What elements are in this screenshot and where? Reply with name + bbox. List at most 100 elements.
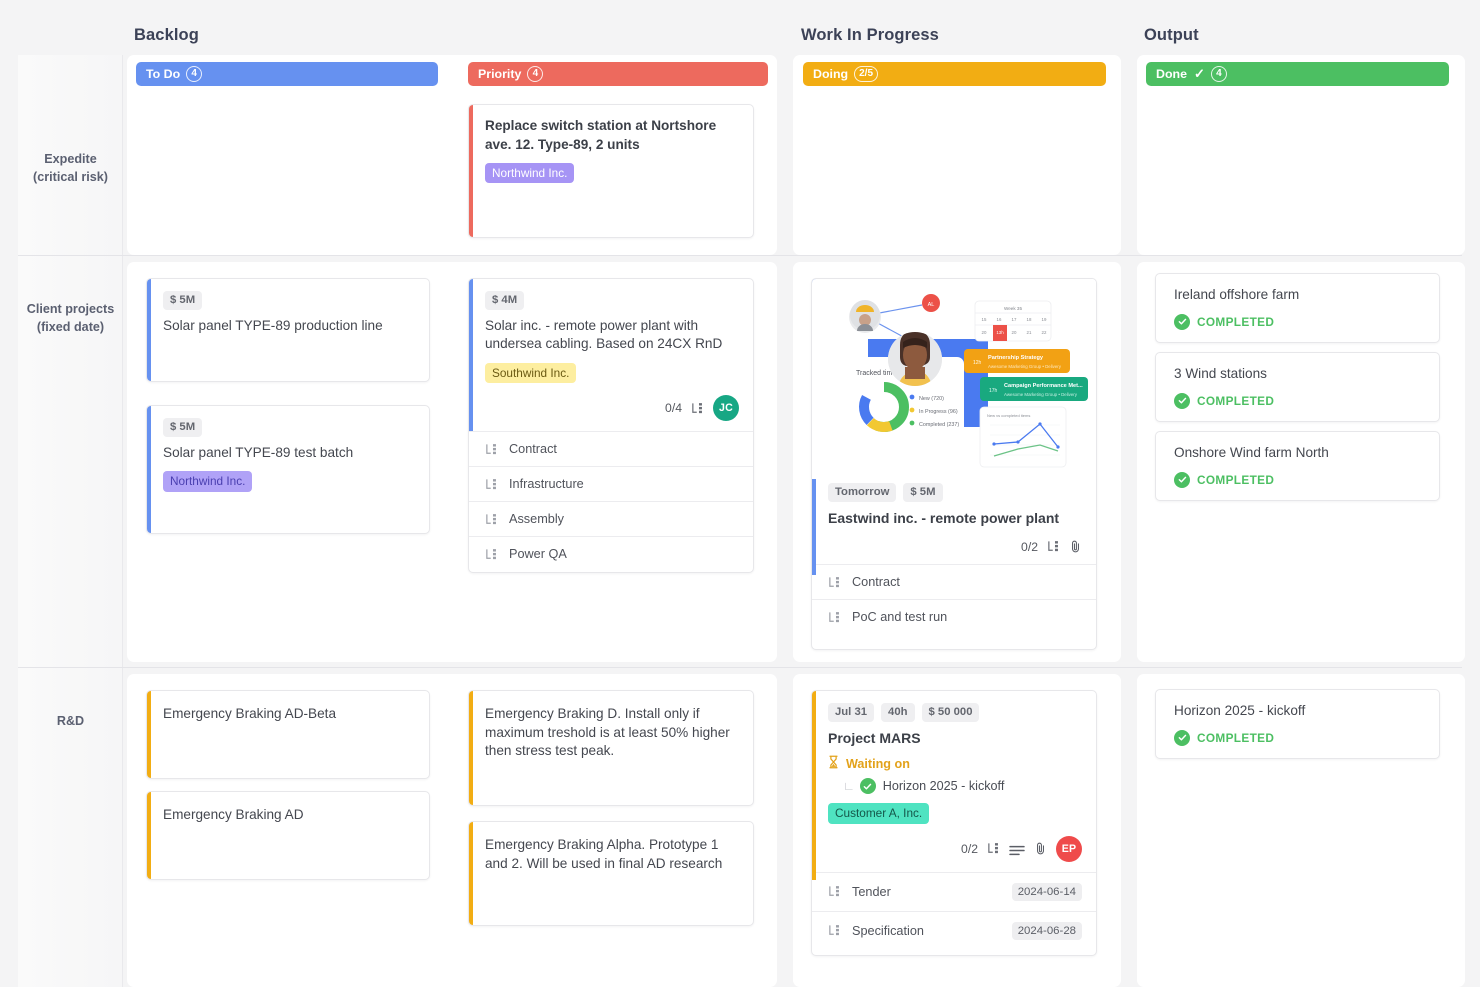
card-tag-northwind[interactable]: Northwind Inc.	[163, 471, 252, 491]
group-title-backlog: Backlog	[134, 26, 199, 45]
hourglass-icon	[828, 755, 839, 772]
card-stripe	[469, 822, 473, 925]
card-chip-budget: $ 50 000	[922, 703, 980, 722]
subtask-row[interactable]: Power QA	[469, 536, 753, 571]
svg-text:New vs completed items: New vs completed items	[987, 413, 1030, 418]
swimlane-label-expedite-line1: Expedite	[18, 150, 123, 168]
list-header-done-label: Done	[1156, 67, 1187, 81]
card-emergency-braking-ad-beta[interactable]: Emergency Braking AD-Beta	[146, 690, 430, 779]
list-header-doing-count: 2/5	[854, 66, 878, 82]
svg-text:Awesome Marketing Group • Deli: Awesome Marketing Group • Delivery	[1004, 392, 1078, 397]
subtask-progress: 0/2	[1021, 540, 1038, 554]
swimlane-divider-2	[18, 667, 1462, 668]
subtask-date: 2024-06-28	[1012, 922, 1082, 940]
card-solar-test-batch[interactable]: $ 5M Solar panel TYPE-89 test batch Nort…	[146, 405, 430, 534]
card-replace-switch-station[interactable]: Replace switch station at Nortshore ave.…	[468, 104, 754, 238]
card-chip-hours: 40h	[881, 703, 914, 722]
card-title: Project MARS	[828, 729, 1082, 748]
card-emergency-braking-d[interactable]: Emergency Braking D. Install only if max…	[468, 690, 754, 806]
card-title: Ireland offshore farm	[1174, 286, 1425, 305]
list-header-priority-count: 4	[527, 66, 543, 82]
card-stripe	[469, 105, 473, 237]
subtask-row[interactable]: Assembly	[469, 501, 753, 536]
subtask-row[interactable]: Contract	[812, 564, 1096, 599]
group-header-row: Backlog Work In Progress Output	[0, 0, 1480, 55]
subtask-date: 2024-06-14	[1012, 883, 1082, 901]
card-stripe	[147, 406, 151, 533]
card-emergency-braking-alpha[interactable]: Emergency Braking Alpha. Prototype 1 and…	[468, 821, 754, 926]
dependency-label: Horizon 2025 - kickoff	[883, 779, 1005, 793]
avatar[interactable]: EP	[1056, 836, 1082, 862]
list-header-todo[interactable]: To Do 4	[136, 62, 438, 86]
card-stripe	[812, 691, 816, 880]
dependency-row[interactable]: ∟ Horizon 2025 - kickoff	[828, 778, 1082, 794]
card-title: Emergency Braking D. Install only if max…	[485, 705, 739, 761]
check-circle-icon	[1174, 393, 1190, 409]
subtask-row[interactable]: Infrastructure	[469, 466, 753, 501]
list-header-done[interactable]: Done ✓ 4	[1146, 62, 1449, 86]
swimlane-label-client-projects: Client projects (fixed date)	[18, 300, 123, 336]
svg-text:15: 15	[982, 317, 987, 322]
subtask-label: Tender	[852, 885, 891, 899]
card-title: Onshore Wind farm North	[1174, 444, 1425, 463]
done-check-icon: ✓	[1194, 66, 1205, 82]
card-solar-production-line[interactable]: $ 5M Solar panel TYPE-89 production line	[146, 278, 430, 382]
card-horizon-2025-kickoff[interactable]: Horizon 2025 - kickoff COMPLETED	[1155, 689, 1440, 759]
card-cover-image: Tracked time New (720) In Progress (96) …	[812, 279, 1096, 479]
card-title: Solar inc. - remote power plant with und…	[485, 317, 739, 354]
card-chip-date: Jul 31	[828, 703, 874, 722]
svg-text:In Progress (96): In Progress (96)	[919, 409, 958, 415]
card-title: Solar panel TYPE-89 production line	[163, 317, 415, 336]
subtask-row[interactable]: Tender 2024-06-14	[812, 872, 1096, 911]
card-3-wind-stations[interactable]: 3 Wind stations COMPLETED	[1155, 352, 1440, 422]
subtask-icon	[485, 478, 498, 491]
card-tag-northwind[interactable]: Northwind Inc.	[485, 163, 574, 183]
subtask-row[interactable]: PoC and test run	[812, 599, 1096, 634]
list-header-doing[interactable]: Doing 2/5	[803, 62, 1106, 86]
waiting-on-block: Waiting on	[828, 755, 1082, 772]
group-title-work-in-progress: Work In Progress	[801, 26, 939, 45]
card-ireland-offshore-farm[interactable]: Ireland offshore farm COMPLETED	[1155, 273, 1440, 343]
svg-text:Campaign Performance Met...: Campaign Performance Met...	[1004, 383, 1083, 389]
status-label: COMPLETED	[1197, 394, 1274, 408]
elbow-connector-icon: ∟	[843, 779, 855, 793]
svg-text:Partnership Strategy: Partnership Strategy	[988, 355, 1044, 361]
svg-text:21: 21	[1027, 330, 1032, 335]
subtask-row[interactable]: Contract	[469, 431, 753, 466]
attachment-icon[interactable]	[1069, 539, 1082, 554]
card-chip-budget: $ 5M	[163, 418, 202, 437]
card-title: Emergency Braking AD	[163, 806, 415, 825]
card-tag-customer-a[interactable]: Customer A, Inc.	[828, 803, 929, 823]
card-stripe	[147, 691, 151, 778]
swimlane-label-expedite-line2: (critical risk)	[18, 168, 123, 186]
card-tag-southwind[interactable]: Southwind Inc.	[485, 363, 576, 383]
swimlane-label-client-line1: Client projects	[18, 300, 123, 318]
swimlane-label-column: Expedite (critical risk) Client projects…	[18, 55, 123, 987]
attachment-icon[interactable]	[1034, 841, 1047, 856]
svg-text:Awesome Marketing Group • Deli: Awesome Marketing Group • Delivery	[988, 364, 1062, 369]
subtask-label: Contract	[852, 575, 900, 589]
status-badge: COMPLETED	[1174, 314, 1425, 330]
card-stripe	[147, 279, 151, 381]
card-title: Emergency Braking Alpha. Prototype 1 and…	[485, 836, 739, 873]
list-header-done-count: 4	[1211, 66, 1227, 82]
swimlane-divider-1	[18, 255, 1462, 256]
svg-text:Week 35: Week 35	[1004, 306, 1022, 311]
card-solar-inc-power-plant[interactable]: $ 4M Solar inc. - remote power plant wit…	[468, 278, 754, 573]
card-eastwind-power-plant[interactable]: Tracked time New (720) In Progress (96) …	[811, 278, 1097, 650]
svg-text:17h: 17h	[989, 388, 998, 394]
card-project-mars[interactable]: Jul 31 40h $ 50 000 Project MARS Waiting…	[811, 690, 1097, 956]
card-footer: 0/2	[828, 539, 1082, 554]
avatar[interactable]: JC	[713, 395, 739, 421]
subtask-row[interactable]: Specification 2024-06-28	[812, 911, 1096, 950]
svg-text:20: 20	[982, 330, 987, 335]
card-emergency-braking-ad[interactable]: Emergency Braking AD	[146, 791, 430, 880]
status-badge: COMPLETED	[1174, 730, 1425, 746]
svg-text:20: 20	[1012, 330, 1017, 335]
list-header-priority[interactable]: Priority 4	[468, 62, 768, 86]
card-onshore-wind-farm-north[interactable]: Onshore Wind farm North COMPLETED	[1155, 431, 1440, 501]
check-circle-icon	[1174, 472, 1190, 488]
subtask-label: Contract	[509, 442, 557, 456]
status-badge: COMPLETED	[1174, 472, 1425, 488]
subtask-icon	[828, 924, 841, 937]
